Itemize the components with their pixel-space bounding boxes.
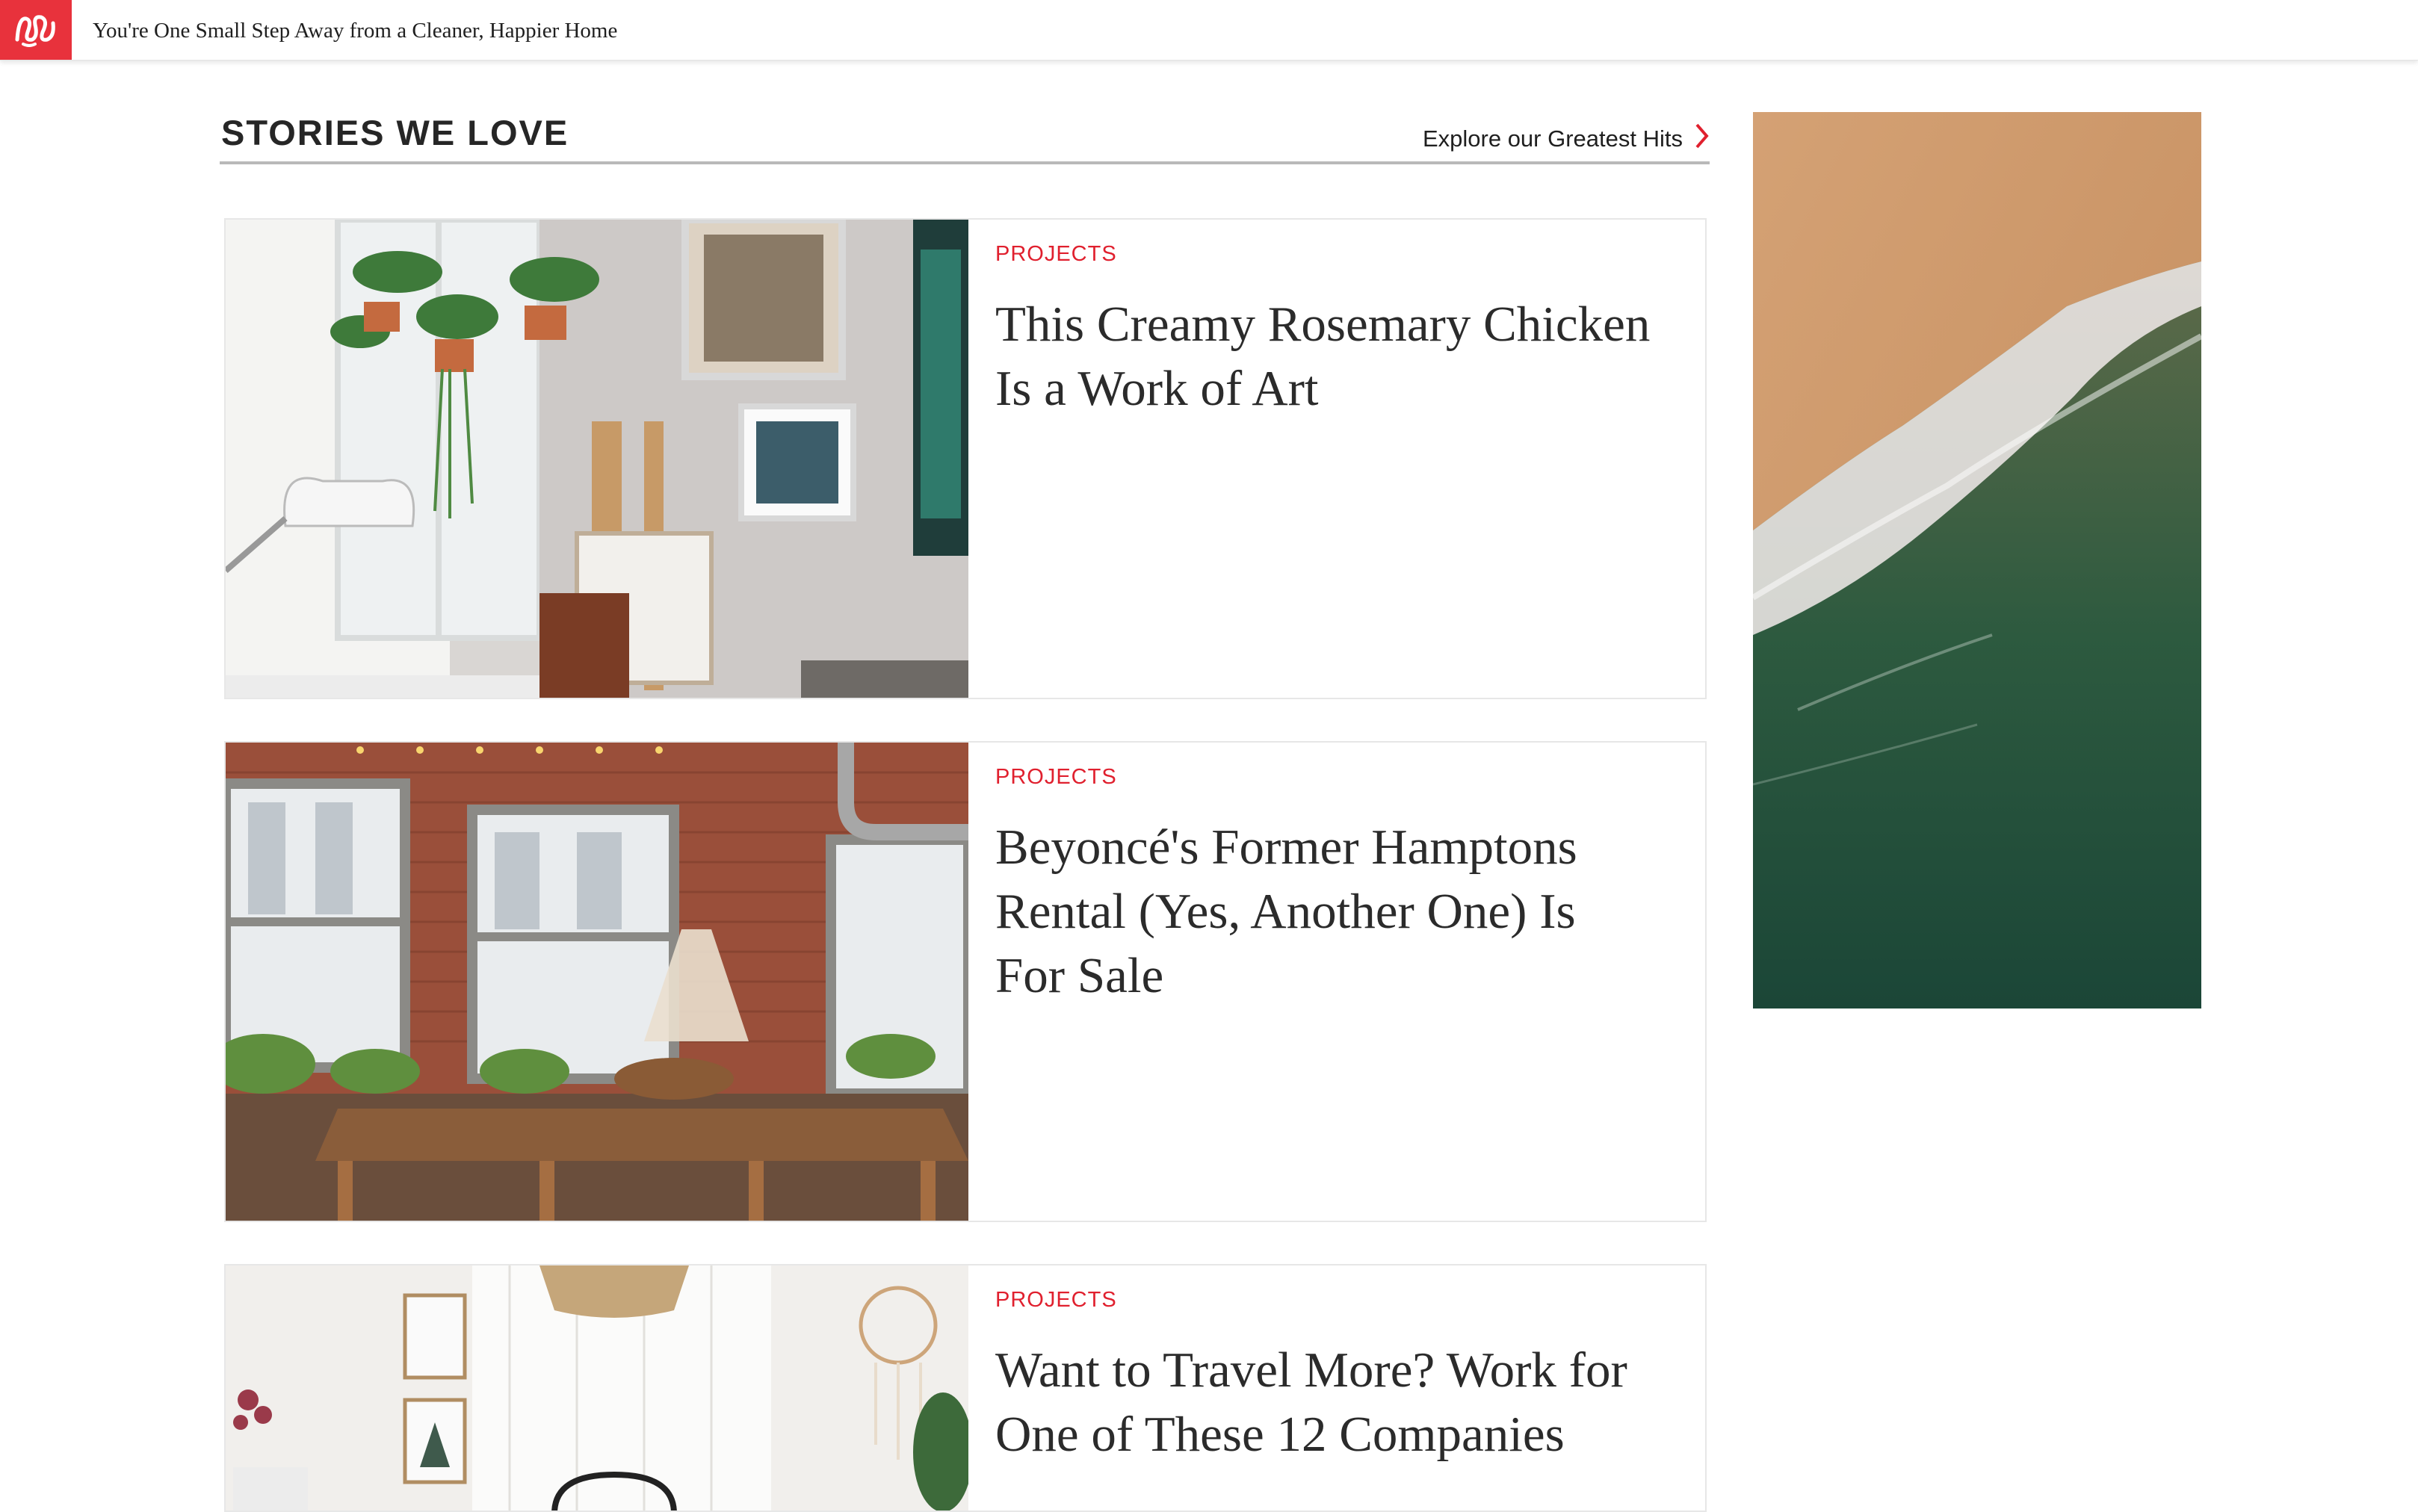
story-card[interactable]: PROJECTS Beyoncé's Former Hamptons Renta… [224, 741, 1707, 1222]
explore-greatest-hits-link[interactable]: Explore our Greatest Hits [1423, 123, 1710, 155]
side-ad-image[interactable] [1753, 112, 2201, 1008]
story-image[interactable] [226, 743, 968, 1221]
explore-link-label: Explore our Greatest Hits [1422, 126, 1683, 152]
promo-headline[interactable]: You're One Small Step Away from a Cleane… [93, 0, 617, 60]
section-title: STORIES WE LOVE [221, 113, 569, 152]
story-category[interactable]: PROJECTS [995, 242, 1653, 267]
top-bar: You're One Small Step Away from a Cleane… [0, 0, 2418, 61]
story-card[interactable]: PROJECTS Want to Travel More? Work for O… [224, 1264, 1707, 1512]
wm-squiggle-logo-icon[interactable] [0, 0, 72, 60]
story-category[interactable]: PROJECTS [995, 765, 1653, 790]
story-headline[interactable]: Beyoncé's Former Hamptons Rental (Yes, A… [995, 815, 1653, 1008]
story-headline[interactable]: Want to Travel More? Work for One of The… [995, 1338, 1653, 1466]
story-image[interactable] [226, 1265, 968, 1511]
story-headline[interactable]: This Creamy Rosemary Chicken Is a Work o… [995, 292, 1653, 421]
story-image[interactable] [226, 220, 968, 698]
chevron-right-icon [1695, 123, 1710, 155]
section-header: STORIES WE LOVE Explore our Greatest Hit… [220, 112, 1710, 164]
story-card[interactable]: PROJECTS This Creamy Rosemary Chicken Is… [224, 218, 1707, 699]
story-category[interactable]: PROJECTS [995, 1288, 1653, 1313]
